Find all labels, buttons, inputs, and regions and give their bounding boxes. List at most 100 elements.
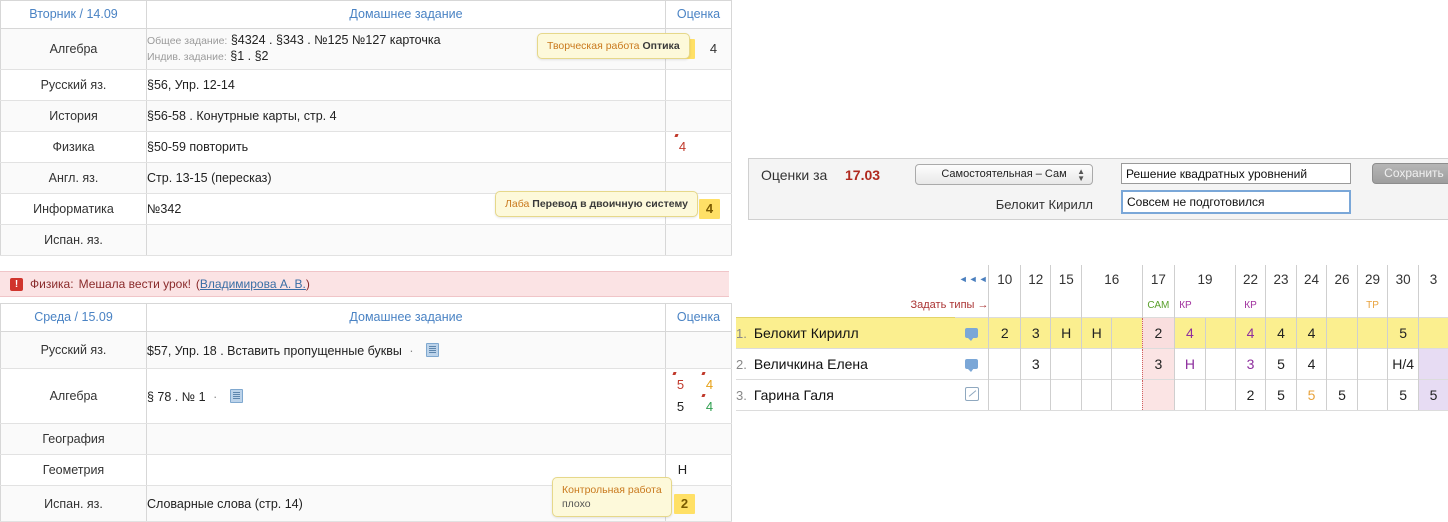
grade-cell[interactable] [1204, 348, 1236, 380]
grade-cell-selected[interactable] [1141, 379, 1176, 411]
comment-input[interactable] [1121, 190, 1351, 214]
grade-cell[interactable]: 5 [1326, 379, 1358, 411]
grade-cell[interactable]: 5 [1387, 379, 1419, 411]
mark-value[interactable]: 4 [707, 40, 720, 58]
remark-teacher-link[interactable]: Владимирова А. В. [200, 277, 306, 291]
date-header-26[interactable]: 26 [1326, 265, 1358, 293]
type-cell-22[interactable]: КР [1234, 293, 1266, 318]
grade-cell[interactable]: 4 [1174, 317, 1206, 349]
mark-value[interactable]: 5 [674, 398, 687, 416]
grade-cell[interactable] [1356, 348, 1388, 380]
date-header-19[interactable]: 19 [1174, 265, 1236, 293]
date-header-16[interactable]: 16 [1081, 265, 1143, 293]
homework-cell-algebra[interactable]: Общее задание: §4324 . §343 . №125 №127 … [146, 28, 690, 70]
table-row[interactable]: 3. Гарина Галя 2 5 5 5 5 5 [736, 379, 1448, 411]
homework-cell-english[interactable]: Стр. 13-15 (пересказ) [146, 162, 666, 194]
grade-cell[interactable] [1204, 317, 1236, 349]
date-header-30[interactable]: 30 [1387, 265, 1419, 293]
attachment-icon[interactable] [426, 342, 439, 357]
comment-icon-cell[interactable] [955, 348, 989, 380]
grade-cell[interactable]: 5 [1387, 317, 1419, 349]
grade-cell[interactable] [1356, 317, 1388, 349]
grade-cell[interactable]: 4 [1234, 317, 1266, 349]
mark-cell-algebra-2[interactable]: 5 4 5 4 [665, 368, 732, 424]
edit-icon-cell[interactable] [955, 379, 989, 411]
grade-cell[interactable] [1080, 379, 1112, 411]
type-cell-10[interactable] [988, 293, 1021, 318]
mark-cell-geography[interactable] [665, 423, 732, 455]
mark-value[interactable]: 5 [674, 376, 687, 394]
date-header-3[interactable]: 3 [1418, 265, 1448, 293]
date-header-29[interactable]: 29 [1356, 265, 1388, 293]
attachment-icon[interactable] [229, 388, 243, 403]
grade-cell[interactable]: 4 [1295, 317, 1327, 349]
type-cell-30[interactable] [1387, 293, 1419, 318]
grade-cell[interactable]: 2 [988, 317, 1021, 349]
grade-cell[interactable]: 4 [1295, 348, 1327, 380]
topic-input[interactable] [1121, 163, 1351, 184]
grade-cell[interactable] [1326, 317, 1358, 349]
grade-cell[interactable] [1356, 379, 1388, 411]
table-row[interactable]: Алгебра § 78 . № 1 · 5 4 5 4 [0, 368, 732, 424]
type-cell-16[interactable] [1081, 293, 1143, 318]
table-row[interactable]: География [0, 423, 732, 455]
date-header-12[interactable]: 12 [1019, 265, 1051, 293]
date-header-23[interactable]: 23 [1265, 265, 1297, 293]
type-cell-15[interactable] [1050, 293, 1082, 318]
date-header-22[interactable]: 22 [1234, 265, 1266, 293]
type-cell-17[interactable]: САМ [1141, 293, 1175, 318]
set-types-link[interactable]: Задать типы → [736, 293, 989, 318]
prev-weeks-button[interactable]: ◄◄◄ [736, 265, 989, 293]
grade-cell[interactable] [988, 348, 1021, 380]
note-bubble-creative-work[interactable]: Творческая работа Оптика [537, 33, 690, 59]
grade-cell[interactable]: Н [1174, 348, 1206, 380]
table-row[interactable]: История §56-58 . Конутрные карты, стр. 4 [0, 100, 732, 132]
table-row[interactable]: 1. Белокит Кирилл 2 3 Н Н 2 4 4 4 4 5 [736, 317, 1448, 349]
homework-cell-history[interactable]: §56-58 . Конутрные карты, стр. 4 [146, 100, 666, 132]
grade-cell[interactable]: Н/4 [1387, 348, 1419, 380]
homework-cell-spanish-2[interactable]: Словарные слова (стр. 14) Контрольная ра… [146, 477, 672, 522]
grade-cell[interactable] [1111, 379, 1143, 411]
grade-cell-selected[interactable]: 3 [1141, 348, 1176, 380]
grade-cell[interactable]: 5 [1418, 379, 1448, 411]
type-cell-12[interactable] [1019, 293, 1051, 318]
table-row[interactable]: Физика §50-59 повторить 4 [0, 131, 732, 163]
grade-cell[interactable] [1111, 317, 1143, 349]
student-row-name[interactable]: 3. Гарина Галя [736, 379, 956, 411]
mark-value[interactable]: 2 [674, 493, 695, 514]
edit-icon[interactable] [964, 386, 979, 401]
grade-cell[interactable]: 4 [1265, 317, 1297, 349]
type-cell-24[interactable] [1295, 293, 1327, 318]
type-cell-23[interactable] [1265, 293, 1297, 318]
homework-cell-russian-2[interactable]: $57, Упр. 18 . Вставить пропущенные букв… [146, 331, 666, 369]
grade-cell[interactable]: 3 [1019, 348, 1051, 380]
type-cell-26[interactable] [1326, 293, 1358, 318]
mark-cell-russian[interactable] [665, 69, 732, 101]
mark-cell-history[interactable] [665, 100, 732, 132]
homework-cell-algebra-2[interactable]: § 78 . № 1 · [146, 368, 666, 424]
homework-cell-physics[interactable]: §50-59 повторить [146, 131, 666, 163]
homework-cell-informatics[interactable]: №342 Лаба Перевод в двоичную систему [146, 191, 698, 225]
comment-icon[interactable] [965, 358, 979, 372]
table-row[interactable]: Информатика №342 Лаба Перевод в двоичную… [0, 191, 732, 225]
mark-cell-russian-2[interactable] [665, 331, 732, 369]
grade-cell[interactable] [1050, 348, 1082, 380]
grade-cell[interactable]: 5 [1295, 379, 1327, 411]
comment-icon-cell[interactable] [955, 317, 989, 349]
date-header-10[interactable]: 10 [988, 265, 1021, 293]
table-row[interactable]: Алгебра Общее задание: §4324 . §343 . №1… [0, 28, 732, 70]
grade-cell-selected[interactable]: 2 [1141, 317, 1176, 349]
homework-cell-geography[interactable] [146, 423, 666, 455]
type-cell-29[interactable]: ТР [1356, 293, 1388, 318]
table-row[interactable]: Испан. яз. Словарные слова (стр. 14) Кон… [0, 477, 732, 522]
note-bubble-lab[interactable]: Лаба Перевод в двоичную систему [495, 191, 698, 217]
homework-cell-russian[interactable]: §56, Упр. 12-14 [146, 69, 666, 101]
date-header-15[interactable]: 15 [1050, 265, 1082, 293]
grade-cell[interactable] [1204, 379, 1236, 411]
grade-cell[interactable]: 2 [1234, 379, 1266, 411]
table-row[interactable]: Русский яз. §56, Упр. 12-14 [0, 69, 732, 101]
grade-cell[interactable] [1080, 348, 1112, 380]
mark-value[interactable]: 4 [676, 138, 689, 156]
grade-cell[interactable] [1418, 317, 1448, 349]
grade-cell[interactable]: 3 [1234, 348, 1266, 380]
